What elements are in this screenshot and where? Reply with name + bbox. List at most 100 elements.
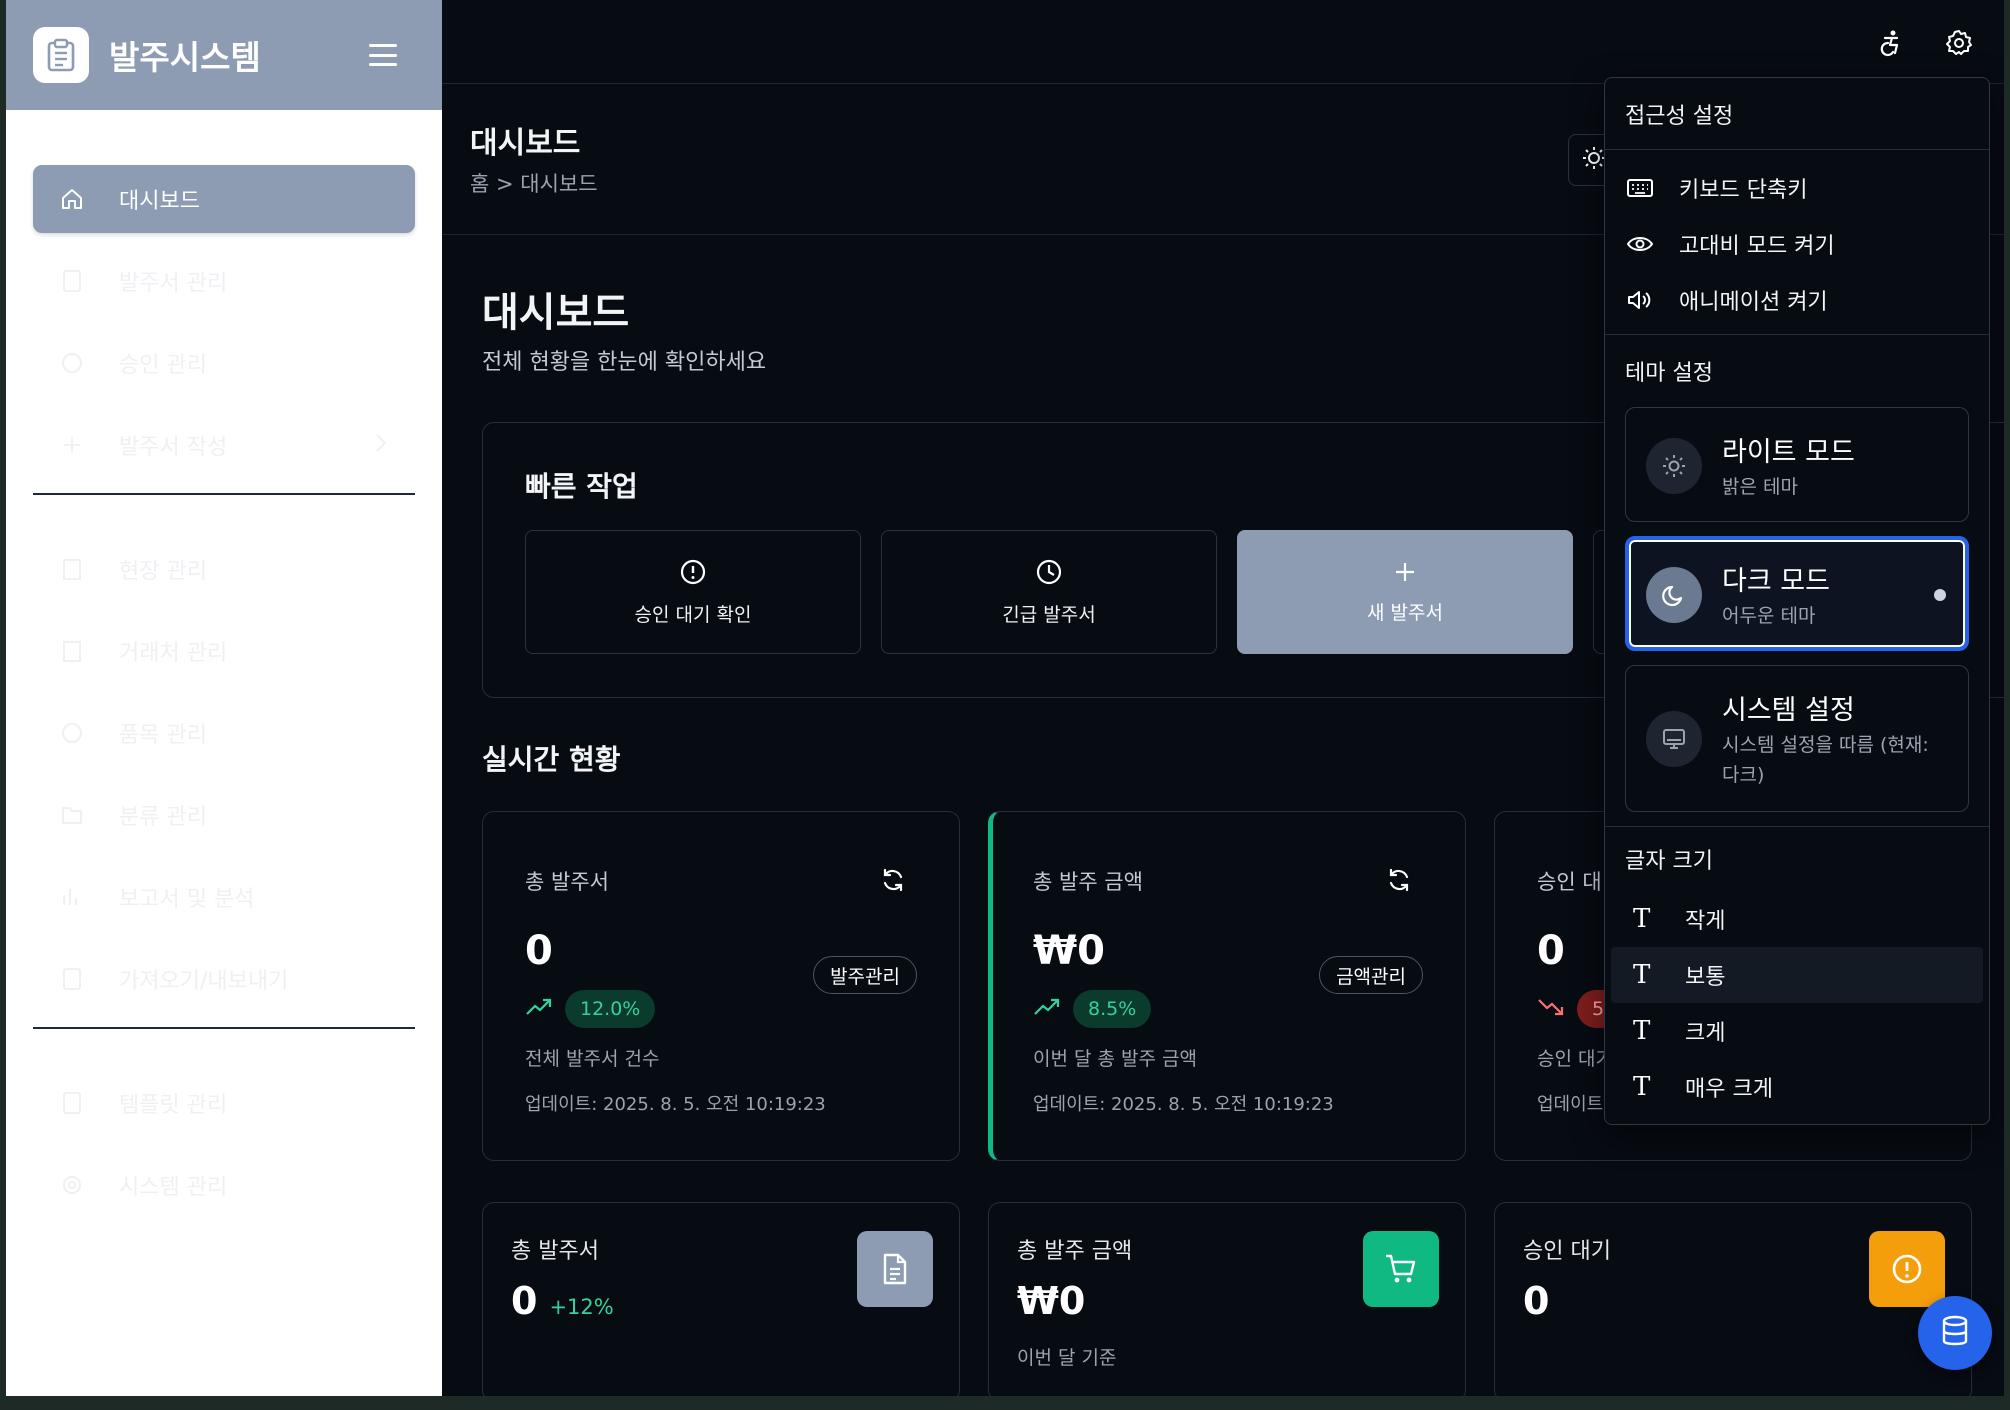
gear-icon[interactable] <box>1944 28 1974 58</box>
sidebar-item-label: 거래처 관리 <box>119 641 228 666</box>
font-size-xlarge[interactable]: T 매우 크게 <box>1611 1059 1983 1115</box>
stat-description: 전체 발주서 건수 <box>525 1048 660 1070</box>
sidebar-item-approval[interactable]: 승인 관리 <box>33 329 415 397</box>
sidebar-item-label: 발주서 작성 <box>119 435 228 460</box>
trending-down-icon <box>1537 997 1565 1021</box>
speaker-icon <box>1625 288 1655 312</box>
summary-label: 승인 대기 <box>1523 1239 1611 1264</box>
menu-toggle-icon[interactable] <box>369 44 397 66</box>
trending-up-icon <box>525 997 553 1021</box>
sidebar-item-category[interactable]: 분류 관리 <box>33 781 415 849</box>
chevron-right-icon <box>375 433 387 459</box>
sidebar-item-label: 분류 관리 <box>119 805 207 830</box>
high-contrast-item[interactable]: 고대비 모드 켜기 <box>1605 216 1989 272</box>
stat-label: 총 발주 금액 <box>1033 870 1143 894</box>
trend-badge: 8.5% <box>1073 990 1152 1028</box>
menu-item-label: 키보드 단축키 <box>1679 178 1808 203</box>
amount-manage-tag-button[interactable]: 금액관리 <box>1319 956 1423 994</box>
summary-label: 총 발주 금액 <box>1017 1239 1133 1264</box>
alert-circle-icon <box>1869 1231 1945 1307</box>
theme-option-dark[interactable]: 다크 모드 어두운 테마 <box>1625 536 1969 651</box>
quick-actions-title: 빠른 작업 <box>525 470 638 503</box>
stat-value: ₩0 <box>1033 928 1105 974</box>
gear-icon <box>59 1172 85 1198</box>
sidebar-divider <box>33 1027 415 1029</box>
font-size-small[interactable]: T 작게 <box>1611 891 1983 947</box>
po-manage-tag-button[interactable]: 발주관리 <box>813 956 917 994</box>
theme-option-system[interactable]: 시스템 설정 시스템 설정을 따름 (현재: 다크) <box>1625 665 1969 812</box>
breadcrumb[interactable]: 홈 > 대시보드 <box>470 168 598 198</box>
dashboard-subtitle: 전체 현황을 한눈에 확인하세요 <box>482 350 767 375</box>
sidebar-item-templates[interactable]: 템플릿 관리 <box>33 1069 415 1137</box>
template-icon <box>59 1090 85 1116</box>
folder-icon <box>59 802 85 828</box>
stat-updated: 업데이트: 2025. 8. 5. 오전 10:19:23 <box>1033 1094 1334 1115</box>
sidebar-divider <box>33 493 415 495</box>
accessibility-menu: 접근성 설정 키보드 단축키 고대비 모드 켜기 애니메이션 켜기 테마 설정 … <box>1604 77 1990 1125</box>
sidebar-item-items[interactable]: 품목 관리 <box>33 699 415 767</box>
trend-badge: 12.0% <box>565 990 656 1028</box>
sidebar-header: 발주시스템 <box>6 0 442 110</box>
stat-card-total-po: 총 발주서 0 발주관리 12.0% 전체 발주서 건수 업데이트: 2025.… <box>482 811 960 1161</box>
theme-subtitle: 밝은 테마 <box>1722 476 1798 498</box>
font-size-label: 매우 크게 <box>1685 1077 1773 1102</box>
sidebar-item-site[interactable]: 현장 관리 <box>33 535 415 603</box>
summary-label: 총 발주서 <box>511 1239 599 1264</box>
font-size-label: 보통 <box>1685 965 1726 990</box>
stat-value: 0 <box>525 928 553 974</box>
sidebar-item-po-manage[interactable]: 발주서 관리 <box>33 247 415 315</box>
brand-title: 발주시스템 <box>109 38 261 77</box>
document-icon <box>857 1231 933 1307</box>
stat-updated: 업데이트 <box>1537 1094 1604 1115</box>
theme-title: 시스템 설정 <box>1722 695 1855 726</box>
home-icon <box>59 186 85 212</box>
font-size-large[interactable]: T 크게 <box>1611 1003 1983 1059</box>
keyboard-icon <box>1625 177 1655 199</box>
font-size-normal[interactable]: T 보통 <box>1611 947 1983 1003</box>
live-status-title: 실시간 현황 <box>482 743 621 776</box>
refresh-icon[interactable] <box>879 866 907 894</box>
sidebar-item-system[interactable]: 시스템 관리 <box>33 1151 415 1219</box>
sidebar-item-reports[interactable]: 보고서 및 분석 <box>33 863 415 931</box>
clock-icon <box>1035 558 1063 586</box>
database-icon <box>1939 1314 1971 1352</box>
urgent-po-button[interactable]: 긴급 발주서 <box>881 530 1217 654</box>
summary-subtext: 이번 달 기준 <box>1017 1347 1117 1369</box>
plus-icon <box>59 432 85 458</box>
animation-item[interactable]: 애니메이션 켜기 <box>1605 272 1989 328</box>
sidebar-item-label: 가져오기/내보내기 <box>119 969 289 994</box>
sidebar-item-dashboard[interactable]: 대시보드 <box>33 165 415 233</box>
pending-approval-button[interactable]: 승인 대기 확인 <box>525 530 861 654</box>
page-title: 대시보드 <box>470 126 581 161</box>
eye-icon <box>1625 234 1655 254</box>
clipboard-icon <box>33 27 89 83</box>
trend-row: 12.0% <box>525 990 656 1028</box>
sidebar-item-import-export[interactable]: 가져오기/내보내기 <box>33 945 415 1013</box>
font-size-label: 작게 <box>1685 909 1726 934</box>
sidebar-item-label: 템플릿 관리 <box>119 1093 228 1118</box>
summary-card-total-po: 총 발주서 0 +12% <box>482 1202 960 1396</box>
keyboard-shortcuts-item[interactable]: 키보드 단축키 <box>1605 160 1989 216</box>
stat-updated: 업데이트: 2025. 8. 5. 오전 10:19:23 <box>525 1094 826 1115</box>
accessibility-icon[interactable] <box>1876 28 1906 58</box>
quick-action-label: 새 발주서 <box>1367 601 1443 624</box>
sidebar-item-vendor[interactable]: 거래처 관리 <box>33 617 415 685</box>
database-fab-button[interactable] <box>1918 1296 1992 1370</box>
stat-card-total-amount: 총 발주 금액 ₩0 금액관리 8.5% 이번 달 총 발주 금액 업데이트: … <box>988 811 1466 1161</box>
check-circle-icon <box>59 350 85 376</box>
refresh-icon[interactable] <box>1385 866 1413 894</box>
stat-description: 이번 달 총 발주 금액 <box>1033 1048 1197 1070</box>
theme-section-title: 테마 설정 <box>1625 361 1713 386</box>
stat-label: 승인 대 <box>1537 870 1602 894</box>
quick-action-label: 승인 대기 확인 <box>634 603 752 626</box>
stat-description: 승인 대기 <box>1537 1048 1613 1070</box>
text-size-icon: T <box>1633 1072 1651 1102</box>
sidebar-item-po-create[interactable]: 발주서 작성 <box>33 411 415 479</box>
new-po-button[interactable]: 새 발주서 <box>1237 530 1573 654</box>
menu-item-label: 애니메이션 켜기 <box>1679 290 1828 315</box>
building-icon <box>59 638 85 664</box>
theme-option-light[interactable]: 라이트 모드 밝은 테마 <box>1625 407 1969 522</box>
summary-delta: +12% <box>549 1295 614 1319</box>
box-icon <box>59 720 85 746</box>
font-size-section-title: 글자 크기 <box>1625 849 1713 874</box>
